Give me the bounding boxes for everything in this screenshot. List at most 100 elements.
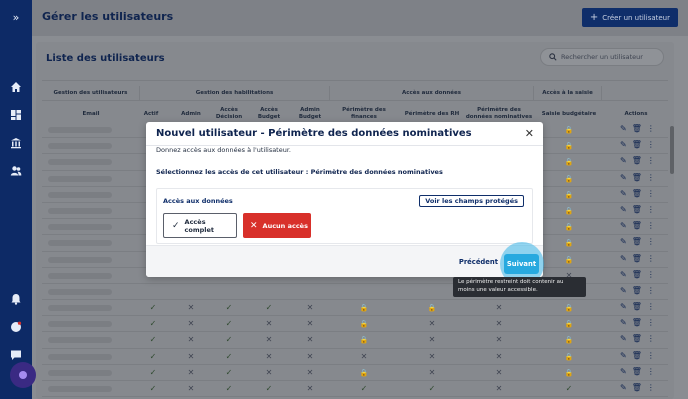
modal-footer: Précédent	[146, 245, 543, 277]
edit-icon[interactable]: ✎	[620, 156, 627, 165]
table-scrollbar[interactable]	[670, 126, 674, 174]
previous-button[interactable]: Précédent	[459, 258, 498, 266]
more-icon[interactable]: ⋮	[647, 173, 655, 182]
close-icon[interactable]: ✕	[525, 127, 534, 140]
assistant-button[interactable]	[10, 362, 36, 388]
show-protected-fields-button[interactable]: Voir les champs protégés	[419, 195, 524, 207]
search-input[interactable]: Rechercher un utilisateur	[540, 48, 664, 66]
more-icon[interactable]: ⋮	[647, 383, 655, 392]
bank-icon[interactable]	[8, 135, 24, 151]
edit-icon[interactable]: ✎	[620, 237, 627, 246]
edit-icon[interactable]: ✎	[620, 383, 627, 392]
no-access-option[interactable]: ✕ Aucun accès	[243, 213, 311, 238]
more-icon[interactable]: ⋮	[647, 124, 655, 133]
column-header: Email	[82, 110, 100, 117]
check-icon: ✓	[149, 335, 157, 345]
lock-icon: 🔒	[564, 174, 574, 183]
more-icon[interactable]: ⋮	[647, 351, 655, 360]
trash-icon[interactable]: 🗑	[632, 286, 642, 295]
edit-icon[interactable]: ✎	[620, 189, 627, 198]
cross-icon: ✕	[360, 351, 368, 361]
more-icon[interactable]: ⋮	[647, 286, 655, 295]
help-icon[interactable]	[8, 319, 24, 335]
header: Gérer les utilisateurs + Créer un utilis…	[32, 0, 688, 36]
lock-icon: 🔒	[564, 158, 574, 167]
group-header: Gestion des habilitations	[140, 86, 330, 100]
chat-icon[interactable]	[8, 347, 24, 363]
column-header: Périmètre des RH	[404, 110, 460, 117]
more-icon[interactable]: ⋮	[647, 221, 655, 230]
trash-icon[interactable]: 🗑	[632, 124, 642, 133]
edit-icon[interactable]: ✎	[620, 334, 627, 343]
trash-icon[interactable]: 🗑	[632, 334, 642, 343]
trash-icon[interactable]: 🗑	[632, 173, 642, 182]
trash-icon[interactable]: 🗑	[632, 221, 642, 230]
edit-icon[interactable]: ✎	[620, 173, 627, 182]
trash-icon[interactable]: 🗑	[632, 254, 642, 263]
trash-icon[interactable]: 🗑	[632, 367, 642, 376]
trash-icon[interactable]: 🗑	[632, 140, 642, 149]
email-cell	[48, 143, 112, 150]
group-header: Accès aux données	[330, 86, 534, 100]
edit-icon[interactable]: ✎	[620, 351, 627, 360]
check-icon: ✓	[149, 367, 157, 377]
more-icon[interactable]: ⋮	[647, 302, 655, 311]
chevrons-right-icon[interactable]: »	[8, 9, 24, 25]
trash-icon[interactable]: 🗑	[632, 237, 642, 246]
cross-icon: ✕	[306, 351, 314, 361]
bell-icon[interactable]	[8, 291, 24, 307]
column-header: Actions	[624, 110, 648, 117]
check-icon: ✓	[265, 384, 273, 393]
edit-icon[interactable]: ✎	[620, 270, 627, 279]
users-icon[interactable]	[8, 163, 24, 179]
next-button[interactable]: Suivant	[504, 254, 539, 274]
edit-icon[interactable]: ✎	[620, 286, 627, 295]
lock-icon: 🔒	[564, 304, 574, 313]
more-icon[interactable]: ⋮	[647, 254, 655, 263]
access-section-label: Accès aux données	[163, 197, 233, 205]
dashboard-icon[interactable]	[8, 107, 24, 123]
cross-icon: ✕	[306, 335, 314, 345]
trash-icon[interactable]: 🗑	[632, 383, 642, 392]
edit-icon[interactable]: ✎	[620, 367, 627, 376]
group-header: Accès à la saisie	[534, 86, 602, 100]
column-header: Périmètre des données nominatives	[465, 107, 533, 120]
edit-icon[interactable]: ✎	[620, 205, 627, 214]
more-icon[interactable]: ⋮	[647, 237, 655, 246]
create-user-label: Créer un utilisateur	[602, 13, 670, 22]
more-icon[interactable]: ⋮	[647, 189, 655, 198]
lock-icon: 🔒	[564, 320, 574, 329]
trash-icon[interactable]: 🗑	[632, 270, 642, 279]
create-user-button[interactable]: + Créer un utilisateur	[581, 8, 678, 27]
check-icon: ✓	[225, 384, 233, 393]
lock-icon: 🔒	[564, 368, 574, 377]
more-icon[interactable]: ⋮	[647, 140, 655, 149]
edit-icon[interactable]: ✎	[620, 254, 627, 263]
full-access-option[interactable]: ✓ Accès complet	[163, 213, 237, 238]
trash-icon[interactable]: 🗑	[632, 351, 642, 360]
email-cell	[48, 127, 112, 133]
more-icon[interactable]: ⋮	[647, 334, 655, 343]
trash-icon[interactable]: 🗑	[632, 156, 642, 165]
table-row: ✓ ✕ ✓ ✕ ✕ 🔒 ✕ ✕ 🔒 ✎ 🗑 ⋮	[42, 316, 668, 333]
more-icon[interactable]: ⋮	[647, 205, 655, 214]
more-icon[interactable]: ⋮	[647, 367, 655, 376]
trash-icon[interactable]: 🗑	[632, 205, 642, 214]
edit-icon[interactable]: ✎	[620, 302, 627, 311]
edit-icon[interactable]: ✎	[620, 124, 627, 133]
check-icon: ✓	[428, 384, 436, 393]
more-icon[interactable]: ⋮	[647, 318, 655, 327]
trash-icon[interactable]: 🗑	[632, 318, 642, 327]
group-divider	[42, 100, 668, 101]
trash-icon[interactable]: 🗑	[632, 302, 642, 311]
trash-icon[interactable]: 🗑	[632, 189, 642, 198]
more-icon[interactable]: ⋮	[647, 156, 655, 165]
edit-icon[interactable]: ✎	[620, 140, 627, 149]
edit-icon[interactable]: ✎	[620, 318, 627, 327]
cross-icon: ✕	[306, 319, 314, 329]
more-icon[interactable]: ⋮	[647, 270, 655, 279]
cross-icon: ✕	[265, 335, 273, 345]
column-header: Périmètre des finances	[342, 107, 386, 120]
home-icon[interactable]	[8, 79, 24, 95]
edit-icon[interactable]: ✎	[620, 221, 627, 230]
